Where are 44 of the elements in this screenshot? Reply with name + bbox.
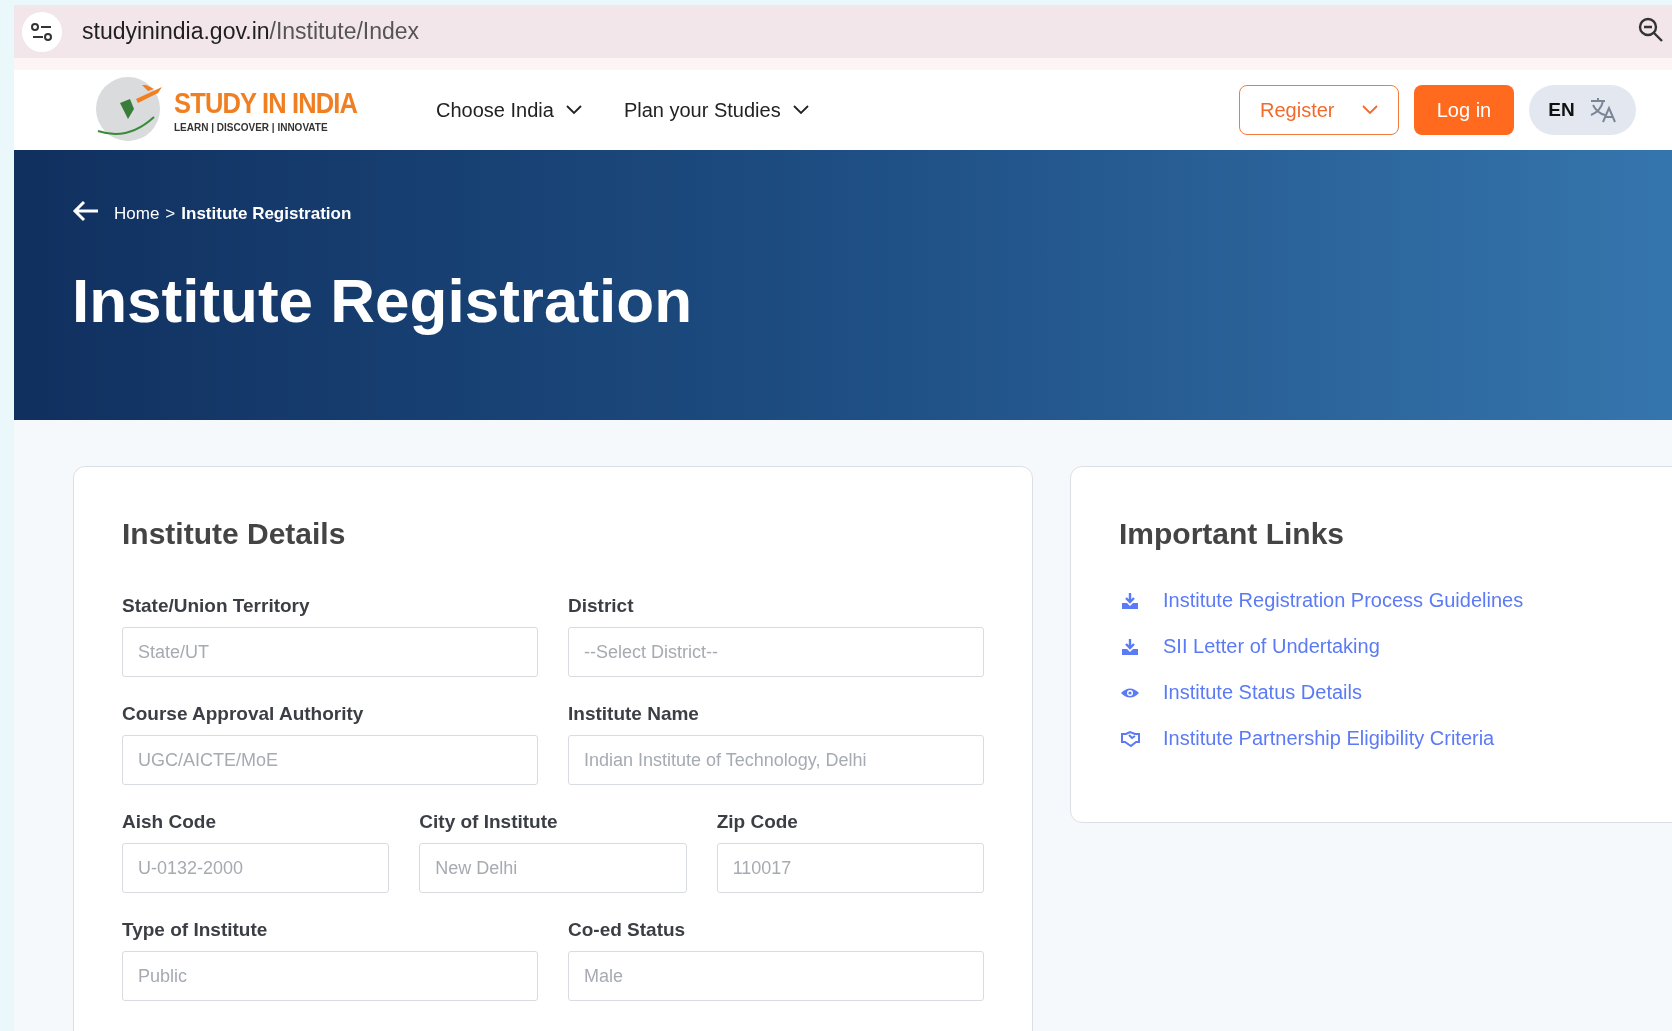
input-field[interactable]: Indian Institute of Technology, Delhi <box>568 735 984 785</box>
address-bar[interactable]: studyinindia.gov.in/Institute/Index <box>14 5 1672 70</box>
important-link[interactable]: Institute Status Details <box>1163 681 1362 704</box>
input-field[interactable]: U-0132-2000 <box>122 843 390 893</box>
nav-menu[interactable]: Choose India <box>436 98 582 122</box>
field-label: Zip Code <box>716 811 799 833</box>
input-field[interactable]: New Delhi <box>419 843 687 893</box>
logo-tagline: LEARN | DISCOVER | INNOVATE <box>174 121 329 133</box>
nav-menu[interactable]: Plan your Studies <box>623 98 809 122</box>
section-title: Important Links <box>1119 517 1345 551</box>
download-icon <box>1121 591 1141 610</box>
chevron-down-icon <box>792 105 809 115</box>
field-label: Course Approval Authority <box>122 703 365 725</box>
breadcrumb-current: Institute Registration <box>181 203 352 224</box>
field-label: City of Institute <box>419 811 559 833</box>
language-button[interactable]: EN <box>1529 85 1636 135</box>
translate-icon <box>1588 97 1617 123</box>
url-text[interactable]: studyinindia.gov.in/Institute/Index <box>82 18 1638 45</box>
breadcrumb-separator: > <box>165 203 176 224</box>
field-label: District <box>568 595 635 617</box>
field-label: Institute Name <box>568 703 700 725</box>
field-label: Co-ed Status <box>568 919 687 941</box>
input-field[interactable]: --Select District-- <box>568 627 984 677</box>
field-label: State/Union Territory <box>122 595 311 617</box>
logo-title: STUDY IN INDIA <box>174 87 358 118</box>
field-label: Type of Institute <box>122 919 269 941</box>
input-field[interactable]: Public <box>122 951 538 1001</box>
input-field[interactable]: State/UT <box>122 627 538 677</box>
back-arrow-icon[interactable] <box>72 200 100 222</box>
field-label: Aish Code <box>122 811 217 833</box>
important-link[interactable]: Institute Partnership Eligibility Criteria <box>1163 727 1495 750</box>
site-settings-icon[interactable] <box>22 11 62 52</box>
zoom-out-icon[interactable] <box>1638 16 1664 43</box>
input-field[interactable]: 110017 <box>716 843 984 893</box>
page-title: Institute Registration <box>72 265 694 336</box>
chevron-down-icon <box>565 105 582 115</box>
important-link[interactable]: Institute Registration Process Guidelines <box>1163 589 1524 612</box>
download-icon <box>1121 637 1141 656</box>
input-field[interactable]: Male <box>568 951 984 1001</box>
breadcrumb-link[interactable]: Home <box>114 203 160 224</box>
important-link[interactable]: SII Letter of Undertaking <box>1163 635 1380 658</box>
chevron-down-icon <box>1362 105 1378 115</box>
input-field[interactable]: UGC/AICTE/MoE <box>122 735 538 785</box>
section-title: Institute Details <box>122 517 347 551</box>
